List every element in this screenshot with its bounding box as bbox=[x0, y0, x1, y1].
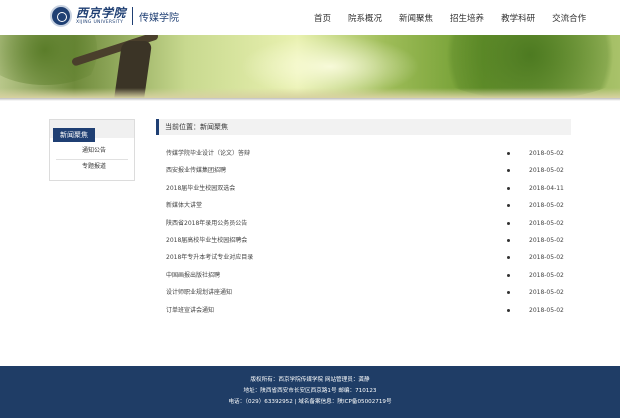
news-date: 2018-05-02 bbox=[529, 254, 564, 262]
news-title[interactable]: 陕西省2018年录用公务员公告 bbox=[166, 215, 247, 232]
news-title[interactable]: 2018届高校毕业生校园招聘会 bbox=[166, 232, 247, 249]
news-list: 传媒学院毕业设计（论文）答辩 2018-05-02 西安报业传媒集团招聘 201… bbox=[156, 145, 571, 319]
news-date: 2018-05-02 bbox=[529, 306, 564, 314]
news-item[interactable]: 订单班宣讲会通知 2018-05-02 bbox=[156, 302, 571, 319]
news-date: 2018-04-11 bbox=[529, 184, 564, 192]
news-date: 2018-05-02 bbox=[529, 150, 564, 157]
news-title[interactable]: 传媒学院毕业设计（论文）答辩 bbox=[166, 145, 250, 162]
bullet-icon bbox=[507, 204, 510, 208]
news-date: 2018-05-02 bbox=[529, 202, 564, 210]
site-header: 西京学院 XIJING UNIVERSITY 传媒学院 首页 院系概况 新闻聚焦… bbox=[0, 0, 620, 35]
bullet-icon bbox=[507, 238, 510, 242]
nav-item-exchange[interactable]: 交流合作 bbox=[552, 12, 586, 24]
news-date: 2018-05-02 bbox=[529, 219, 564, 227]
nav-item-news[interactable]: 新闻聚焦 bbox=[399, 12, 433, 24]
news-title[interactable]: 订单班宣讲会通知 bbox=[166, 302, 214, 319]
bullet-icon bbox=[507, 308, 510, 312]
bullet-icon bbox=[507, 169, 510, 173]
sidebar-item-features[interactable]: 专题报道 bbox=[56, 160, 128, 176]
sidebar-list: 通知公告 专题报道 bbox=[50, 138, 134, 180]
banner-ground bbox=[0, 88, 620, 98]
logo-chinese: 西京学院 bbox=[76, 5, 127, 20]
bullet-icon bbox=[507, 221, 510, 225]
news-title[interactable]: 中国画报出版社招聘 bbox=[166, 267, 220, 284]
bullet-icon bbox=[507, 291, 510, 295]
news-date: 2018-05-02 bbox=[529, 236, 564, 244]
bullet-icon bbox=[507, 186, 510, 190]
nav-item-admissions[interactable]: 招生培养 bbox=[450, 12, 484, 24]
nav-item-research[interactable]: 教学科研 bbox=[501, 12, 535, 24]
site-footer: 版权所有：西京学院传媒学院 网站管理员：龚静 地址：陕西省西安市长安区西京路1号… bbox=[0, 366, 620, 418]
nav-item-overview[interactable]: 院系概况 bbox=[348, 12, 382, 24]
news-title[interactable]: 西安报业传媒集团招聘 bbox=[166, 162, 226, 179]
sidebar-title: 新闻聚焦 bbox=[53, 128, 95, 142]
footer-address: 地址：陕西省西安市长安区西京路1号 邮编：710123 bbox=[243, 388, 377, 394]
nav-item-home[interactable]: 首页 bbox=[314, 12, 331, 24]
news-title[interactable]: 2018年专升本考试专业对应目录 bbox=[166, 249, 253, 266]
breadcrumb: 当前位置：新闻聚焦 bbox=[156, 119, 571, 135]
footer-copyright: 版权所有：西京学院传媒学院 网站管理员：龚静 bbox=[250, 377, 370, 383]
sidebar-item-notices[interactable]: 通知公告 bbox=[56, 144, 128, 160]
bullet-icon bbox=[507, 273, 510, 277]
logo-divider bbox=[132, 7, 134, 25]
news-item[interactable]: 设计师职业规划讲座通知 2018-05-02 bbox=[156, 284, 571, 301]
news-item[interactable]: 2018年专升本考试专业对应目录 2018-05-02 bbox=[156, 249, 571, 266]
news-date: 2018-05-02 bbox=[529, 289, 564, 297]
news-item[interactable]: 西安报业传媒集团招聘 2018-05-02 bbox=[156, 162, 571, 179]
school-seal-icon bbox=[50, 5, 72, 27]
news-title[interactable]: 设计师职业规划讲座通知 bbox=[166, 284, 232, 301]
sidebar-header: 新闻聚焦 bbox=[50, 120, 134, 142]
school-name: 传媒学院 bbox=[139, 12, 180, 24]
news-item[interactable]: 新媒体大讲堂 2018-05-02 bbox=[156, 197, 571, 214]
main-nav: 首页 院系概况 新闻聚焦 招生培养 教学科研 交流合作 bbox=[314, 12, 603, 24]
sidebar: 新闻聚焦 通知公告 专题报道 bbox=[49, 119, 135, 181]
banner-image bbox=[0, 35, 620, 98]
news-item[interactable]: 2018届高校毕业生校园招聘会 2018-05-02 bbox=[156, 232, 571, 249]
news-item[interactable]: 传媒学院毕业设计（论文）答辩 2018-05-02 bbox=[156, 145, 571, 162]
news-date: 2018-05-02 bbox=[529, 167, 564, 175]
footer-contact: 电话：（029）63392952 | 域名备案信息：陕ICP备05002719号 bbox=[228, 399, 392, 405]
logo-text: 西京学院 XIJING UNIVERSITY bbox=[76, 5, 127, 26]
main-content: 当前位置：新闻聚焦 传媒学院毕业设计（论文）答辩 2018-05-02 西安报业… bbox=[156, 119, 571, 319]
news-title[interactable]: 新媒体大讲堂 bbox=[166, 197, 202, 214]
banner-shadow bbox=[0, 98, 620, 101]
news-title[interactable]: 2018届毕业生校园双选会 bbox=[166, 180, 235, 197]
bullet-icon bbox=[507, 152, 510, 155]
news-item[interactable]: 中国画报出版社招聘 2018-05-02 bbox=[156, 267, 571, 284]
news-item[interactable]: 陕西省2018年录用公务员公告 2018-05-02 bbox=[156, 215, 571, 232]
news-item[interactable]: 2018届毕业生校园双选会 2018-04-11 bbox=[156, 180, 571, 197]
logo-english: XIJING UNIVERSITY bbox=[76, 19, 124, 25]
logo[interactable]: 西京学院 XIJING UNIVERSITY 传媒学院 bbox=[50, 5, 179, 27]
news-date: 2018-05-02 bbox=[529, 271, 564, 279]
bullet-icon bbox=[507, 256, 510, 260]
